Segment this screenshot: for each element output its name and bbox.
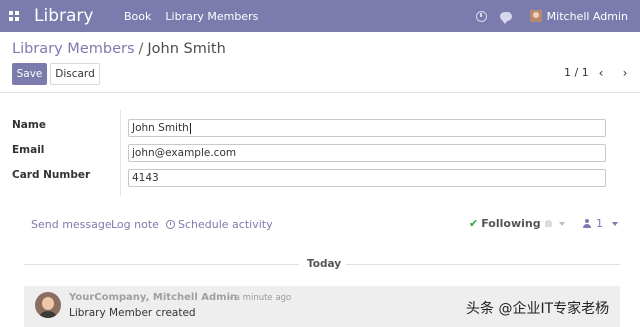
card-number-label: Card Number xyxy=(12,169,91,181)
label-divider xyxy=(120,110,121,196)
menu-item-book[interactable]: Book xyxy=(124,10,151,23)
chevron-left-icon[interactable]: ‹ xyxy=(596,66,606,80)
date-separator-line xyxy=(24,264,299,265)
chevron-down-icon[interactable] xyxy=(558,221,565,226)
chevron-down-icon xyxy=(612,221,618,226)
user-menu[interactable]: Mitchell Admin xyxy=(547,10,628,23)
breadcrumb-library-members[interactable]: Library Members xyxy=(12,41,135,57)
discard-button[interactable]: Discard xyxy=(50,63,100,85)
bell-icon xyxy=(544,220,552,227)
send-message-button[interactable]: Send message xyxy=(31,218,112,231)
menu-item-library-members[interactable]: Library Members xyxy=(165,10,258,23)
text-cursor xyxy=(189,122,191,134)
date-separator-label: Today xyxy=(307,258,342,270)
schedule-activity-button[interactable]: Schedule activity xyxy=(166,218,273,231)
email-field[interactable]: john@example.com xyxy=(128,144,606,162)
save-button[interactable]: Save xyxy=(12,63,47,85)
clock-icon xyxy=(166,220,175,229)
schedule-activity-label: Schedule activity xyxy=(178,218,273,231)
followers-button[interactable]: 1 xyxy=(583,217,618,230)
messaging-chat-icon[interactable] xyxy=(499,10,512,24)
person-icon xyxy=(583,219,591,228)
name-value: John Smith xyxy=(132,122,189,134)
log-note-button[interactable]: Log note xyxy=(111,218,159,231)
chevron-right-icon[interactable]: › xyxy=(620,66,630,80)
date-separator-line xyxy=(346,264,620,265)
breadcrumb-current: John Smith xyxy=(147,41,226,57)
email-value: john@example.com xyxy=(132,147,237,159)
message-body: Library Member created xyxy=(69,307,196,319)
following-button[interactable]: ✔ Following xyxy=(469,217,565,230)
breadcrumb-separator: / xyxy=(138,41,144,57)
app-brand[interactable]: Library xyxy=(34,6,120,26)
activity-clock-icon[interactable] xyxy=(476,10,488,22)
following-label: Following xyxy=(481,217,541,230)
followers-count: 1 xyxy=(596,217,603,230)
watermark: 头条 @企业IT专家老杨 xyxy=(466,301,610,317)
pager-value[interactable]: 1 / 1 xyxy=(564,66,589,79)
name-field[interactable]: John Smith xyxy=(128,119,606,137)
breadcrumb: Library Members / John Smith xyxy=(12,41,226,57)
name-label: Name xyxy=(12,119,46,131)
author-avatar[interactable] xyxy=(35,292,61,318)
control-panel-divider xyxy=(0,92,640,93)
email-label: Email xyxy=(12,144,45,156)
apps-menu-icon[interactable] xyxy=(0,0,28,32)
message-author[interactable]: YourCompany, Mitchell Admin xyxy=(69,292,237,303)
user-avatar[interactable] xyxy=(529,10,542,22)
card-number-field[interactable]: 4143 xyxy=(128,169,606,187)
message-date: - a minute ago xyxy=(229,293,292,303)
navbar-systray: Mitchell Admin xyxy=(476,0,640,32)
top-navbar: Library Book Library Members Mitchell Ad… xyxy=(0,0,640,32)
card-number-value: 4143 xyxy=(132,172,159,184)
check-icon: ✔ xyxy=(469,217,479,230)
